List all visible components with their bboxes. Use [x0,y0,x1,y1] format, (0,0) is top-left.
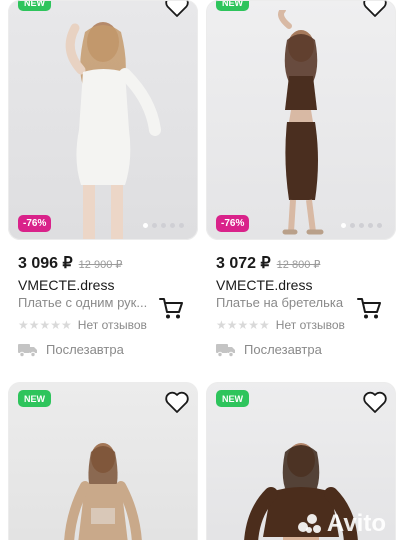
model-figure-image [65,22,161,240]
product-card[interactable]: NEW -76% 3 072 ₽ 12 800 ₽ VMECTE.dress П… [206,0,396,357]
product-card[interactable]: NEW -76% 3 096 ₽ 12 900 ₽ VMECTE.dress П… [8,0,198,357]
discount-badge: -76% [18,215,52,232]
brand-name[interactable]: VMECTE.dress [18,277,188,293]
product-photo[interactable]: NEW Avito [206,382,396,540]
cart-icon[interactable] [356,295,382,321]
cart-icon[interactable] [158,295,184,321]
new-badge: NEW [216,0,249,11]
product-photo[interactable]: NEW -76% [206,0,396,240]
favorite-heart-icon[interactable] [164,0,190,18]
price: 3 072 ₽ [216,255,271,272]
product-photo[interactable]: NEW [8,382,198,540]
new-badge: NEW [18,390,51,407]
model-figure-image [64,443,142,540]
product-card[interactable]: NEW [8,382,198,540]
product-card[interactable]: NEW Avito [206,382,396,540]
brand-name[interactable]: VMECTE.dress [216,277,386,293]
favorite-heart-icon[interactable] [362,390,388,414]
favorite-heart-icon[interactable] [362,0,388,18]
model-figure-image [278,10,324,235]
avito-logo-icon [297,514,321,533]
reviews-count: Нет отзывов [275,318,345,332]
rating-stars: ★★★★★ [216,318,270,332]
product-title[interactable]: Платье на бретелька [216,295,364,310]
new-badge: NEW [18,0,51,11]
reviews-count: Нет отзывов [77,318,147,332]
avito-watermark: Avito [297,510,386,538]
favorite-heart-icon[interactable] [164,390,190,414]
delivery-date: Послезавтра [46,342,124,357]
product-title[interactable]: Платье с одним рук... [18,295,166,310]
old-price: 12 800 ₽ [276,259,321,271]
delivery-truck-icon [18,343,37,357]
discount-badge: -76% [216,215,250,232]
rating-stars: ★★★★★ [18,318,72,332]
watermark-text: Avito [326,510,386,537]
photo-pagination-dots [341,223,382,228]
delivery-date: Послезавтра [244,342,322,357]
new-badge: NEW [216,390,249,407]
delivery-truck-icon [216,343,235,357]
photo-pagination-dots [143,223,184,228]
price: 3 096 ₽ [18,255,73,272]
product-photo[interactable]: NEW -76% [8,0,198,240]
old-price: 12 900 ₽ [78,259,123,271]
